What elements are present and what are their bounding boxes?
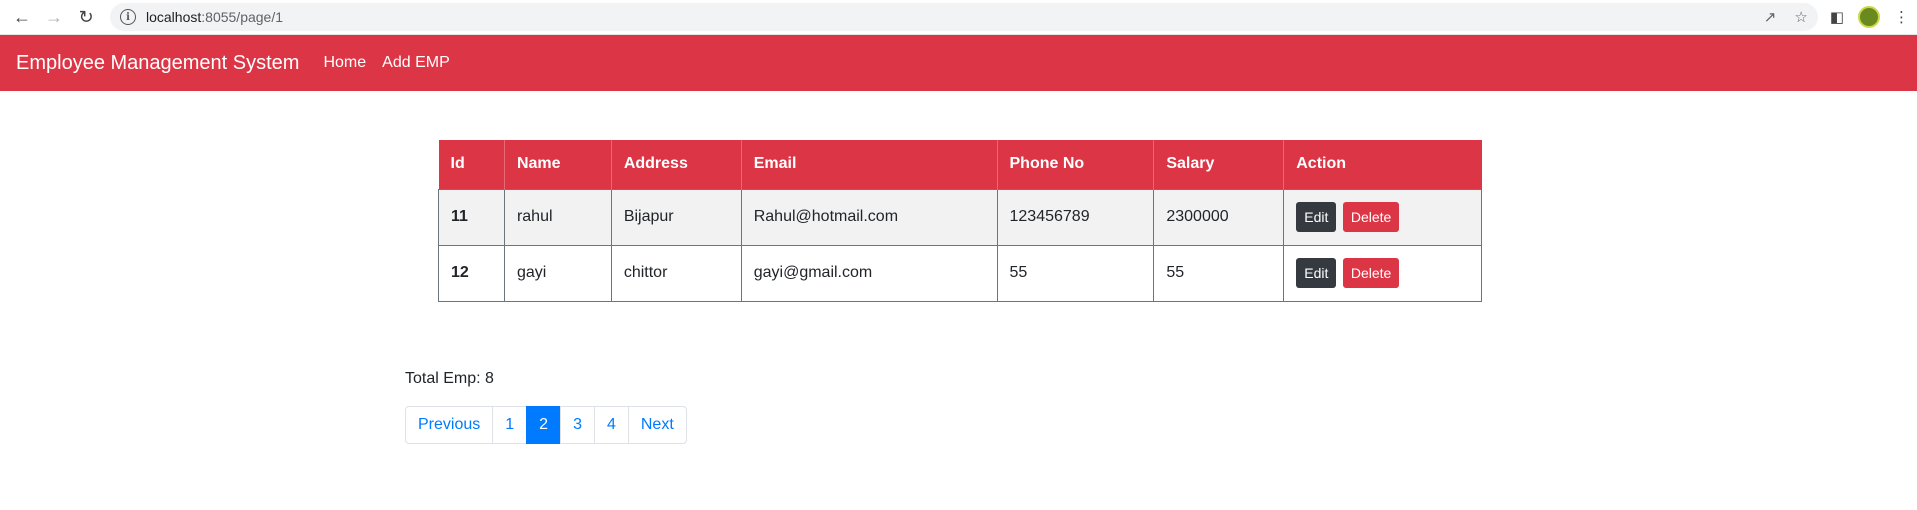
table-header-row: Id Name Address Email Phone No Salary Ac… xyxy=(438,140,1482,189)
profile-avatar[interactable] xyxy=(1858,6,1880,28)
header-address: Address xyxy=(611,140,742,189)
cell-name: gayi xyxy=(503,244,612,302)
cell-email: gayi@gmail.com xyxy=(740,244,998,302)
delete-button[interactable]: Delete xyxy=(1342,202,1400,232)
header-salary: Salary xyxy=(1153,140,1285,189)
header-name: Name xyxy=(504,140,612,189)
header-email: Email xyxy=(741,140,998,189)
cell-name: rahul xyxy=(503,188,612,246)
cell-action: Edit Delete xyxy=(1283,244,1482,302)
pagination-previous[interactable]: Previous xyxy=(405,406,494,444)
cell-phone: 55 xyxy=(996,244,1155,302)
bookmark-star-icon[interactable]: ☆ xyxy=(1794,8,1807,26)
cell-id: 11 xyxy=(438,188,505,246)
header-action: Action xyxy=(1283,140,1482,189)
browser-toolbar: ← → ↻ i localhost :8055/page/1 ↗ ☆ ◧ ⋮ xyxy=(0,0,1917,35)
cell-address: Bijapur xyxy=(610,188,742,246)
nav-link-add-emp[interactable]: Add EMP xyxy=(382,54,450,72)
cell-action: Edit Delete xyxy=(1283,188,1482,246)
address-bar[interactable]: i localhost :8055/page/1 ↗ ☆ xyxy=(110,3,1818,31)
employee-table: Id Name Address Email Phone No Salary Ac… xyxy=(438,140,1482,302)
cell-id: 12 xyxy=(438,244,505,302)
edit-button[interactable]: Edit xyxy=(1296,258,1337,288)
cell-address: chittor xyxy=(610,244,742,302)
delete-button[interactable]: Delete xyxy=(1342,258,1400,288)
table-row: 12 gayi chittor gayi@gmail.com 55 55 Edi… xyxy=(438,244,1482,302)
url-host: localhost xyxy=(146,9,202,25)
header-id: Id xyxy=(438,140,505,189)
cell-salary: 55 xyxy=(1153,244,1285,302)
header-phone: Phone No xyxy=(997,140,1155,189)
nav-link-home[interactable]: Home xyxy=(323,54,366,72)
side-panel-icon[interactable]: ◧ xyxy=(1830,8,1844,26)
app-brand[interactable]: Employee Management System xyxy=(16,52,299,75)
pagination-page-1[interactable]: 1 xyxy=(492,406,528,444)
back-icon[interactable]: ← xyxy=(8,3,36,31)
pagination-page-2[interactable]: 2 xyxy=(526,406,562,444)
employee-table-container: Id Name Address Email Phone No Salary Ac… xyxy=(438,140,1482,302)
pagination-next[interactable]: Next xyxy=(627,406,687,444)
total-employees-text: Total Emp: 8 xyxy=(405,370,494,387)
forward-icon[interactable]: → xyxy=(40,3,68,31)
share-icon[interactable]: ↗ xyxy=(1764,8,1777,26)
edit-button[interactable]: Edit xyxy=(1296,202,1337,232)
pagination: Previous 1 2 3 4 Next xyxy=(405,406,687,444)
pagination-page-3[interactable]: 3 xyxy=(560,406,595,444)
url-path: :8055/page/1 xyxy=(201,9,284,25)
site-info-icon[interactable]: i xyxy=(120,9,136,25)
app-navbar: Employee Management System Home Add EMP xyxy=(0,35,1917,91)
pagination-page-4[interactable]: 4 xyxy=(593,406,629,444)
table-row: 11 rahul Bijapur Rahul@hotmail.com 12345… xyxy=(438,188,1482,246)
cell-salary: 2300000 xyxy=(1153,188,1285,246)
cell-phone: 123456789 xyxy=(996,188,1155,246)
reload-icon[interactable]: ↻ xyxy=(72,3,100,31)
menu-kebab-icon[interactable]: ⋮ xyxy=(1894,8,1909,26)
cell-email: Rahul@hotmail.com xyxy=(740,188,998,246)
